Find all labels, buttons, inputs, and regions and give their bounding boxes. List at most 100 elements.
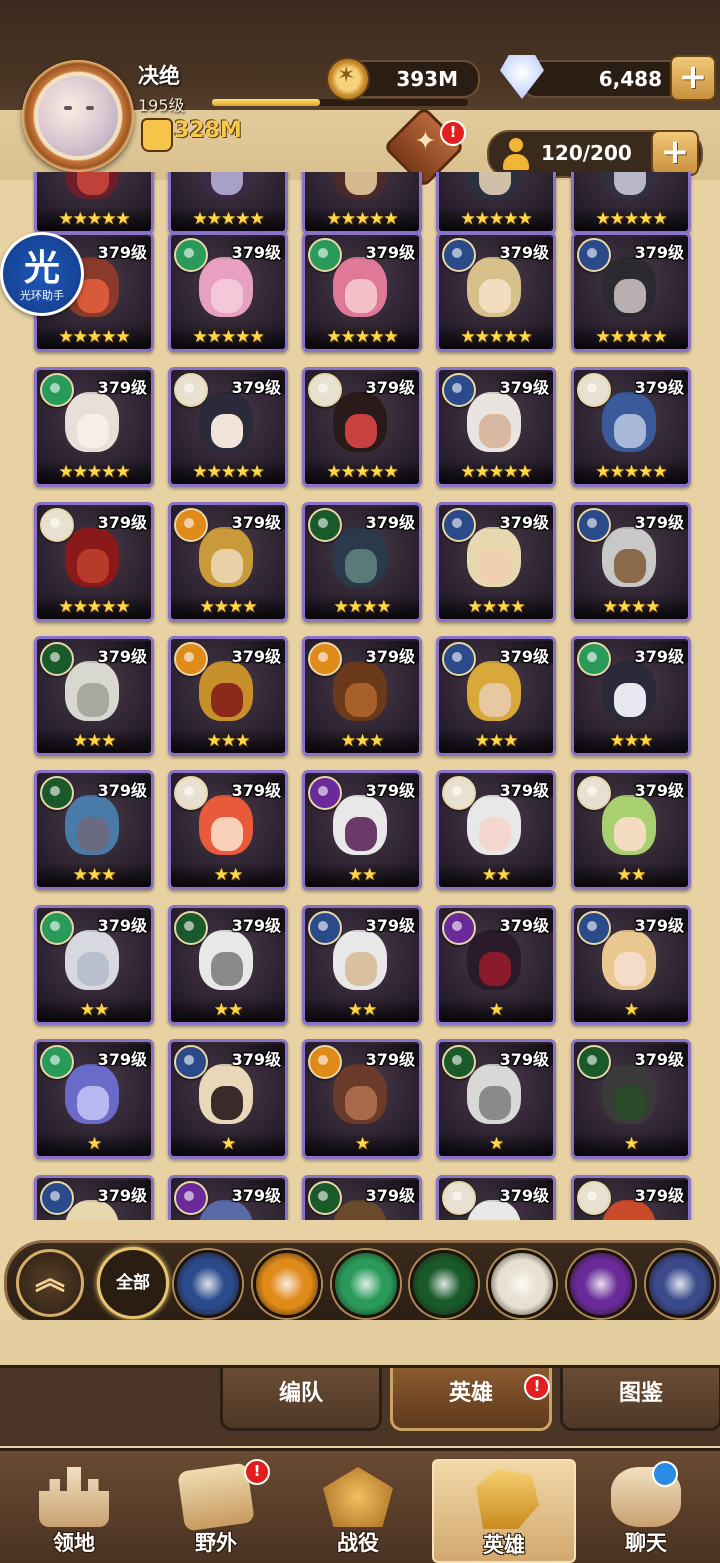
hero-card[interactable]: 379级 ★★★★★ [302, 367, 422, 487]
hero-card[interactable]: ★★★★★ [168, 172, 288, 234]
hero-stars: ★★★★★ [305, 207, 419, 231]
graveborn-faction-icon [40, 642, 74, 676]
hero-card[interactable]: 379级 ★★★★ [436, 502, 556, 622]
hero-card[interactable]: 379级 ★★ [302, 770, 422, 890]
hero-card[interactable]: ★★★★★ [436, 172, 556, 234]
celestial-faction-icon [577, 1181, 611, 1215]
hero-stars: ★★★★ [305, 595, 419, 619]
hero-level: 379级 [231, 513, 281, 532]
hero-card[interactable]: 379级 ★★★★★ [34, 502, 154, 622]
hero-card[interactable]: ★★★★★ [571, 172, 691, 234]
hero-level: 379级 [499, 378, 549, 397]
hero-card[interactable]: ★★★★★ [302, 172, 422, 234]
hero-card[interactable]: 379级 ★★★★ [168, 502, 288, 622]
hero-card[interactable]: 379级 ★★★★ [302, 502, 422, 622]
hero-card[interactable]: 379级 ★★★★★ [571, 232, 691, 352]
hero-card[interactable]: 379级 ★ [436, 905, 556, 1025]
hero-card[interactable]: 379级 ★★★ [168, 636, 288, 756]
filter-lightbearer-button[interactable] [174, 1250, 242, 1318]
nav-wild[interactable]: 野外 ! [146, 1459, 286, 1559]
hero-card[interactable]: 379级 [571, 1175, 691, 1220]
hero-card[interactable]: 379级 ★ [168, 1039, 288, 1159]
hero-card[interactable]: 379级 ★★★ [436, 636, 556, 756]
hero-stars: ★★★★★ [439, 207, 553, 231]
hero-level: 379级 [231, 243, 281, 262]
add-gems-button[interactable]: + [670, 55, 716, 101]
hero-card[interactable]: 379级 ★★ [302, 905, 422, 1025]
hero-level: 379级 [97, 513, 147, 532]
hero-card[interactable]: 379级 ★ [436, 1039, 556, 1159]
hero-stars: ★★★★★ [305, 325, 419, 349]
hero-face [345, 414, 377, 448]
filter-maulers-button[interactable] [253, 1250, 321, 1318]
hero-card[interactable]: 379级 ★★ [168, 770, 288, 890]
filter-wilder-button[interactable] [332, 1250, 400, 1318]
hero-stars: ★★★★★ [574, 207, 688, 231]
filter-all-button[interactable]: 全部 [97, 1247, 169, 1319]
hero-level: 379级 [365, 513, 415, 532]
helper-label: 光环助手 [20, 289, 64, 302]
hero-card[interactable]: 379级 [34, 1175, 154, 1220]
nav-campaign[interactable]: 战役 [288, 1459, 428, 1559]
hero-card[interactable]: 379级 ★★★★ [571, 502, 691, 622]
hypogean-faction-icon [442, 911, 476, 945]
nav-heroes[interactable]: 英雄 [432, 1459, 576, 1563]
hero-face [211, 817, 243, 851]
hero-card[interactable]: 379级 ★★★★★ [436, 367, 556, 487]
nav-wild-label: 野外 [195, 1531, 237, 1555]
hero-face [479, 279, 511, 313]
hero-card[interactable]: 379级 [302, 1175, 422, 1220]
helper-overlay-badge[interactable]: 光 光环助手 [0, 232, 84, 316]
hero-card[interactable]: 379级 ★★★★★ [436, 232, 556, 352]
fist-icon [141, 118, 173, 152]
hero-card[interactable]: 379级 ★★★★★ [571, 367, 691, 487]
hero-card[interactable]: 379级 ★★ [571, 770, 691, 890]
hero-face [479, 817, 511, 851]
hero-card[interactable]: 379级 ★★★★★ [34, 367, 154, 487]
celestial-faction-icon [308, 373, 342, 407]
sword-shield-icon [323, 1467, 393, 1527]
filter-hypogean-button[interactable] [567, 1250, 635, 1318]
hero-card[interactable]: 379级 ★★★ [34, 636, 154, 756]
hero-card[interactable]: 379级 ★★★ [34, 770, 154, 890]
hero-card[interactable]: 379级 [168, 1175, 288, 1220]
hero-card[interactable]: 379级 ★★ [168, 905, 288, 1025]
hero-card[interactable]: ★★★★★ [34, 172, 154, 234]
hero-card[interactable]: 379级 ★ [571, 1039, 691, 1159]
hypogean-icon [584, 1267, 618, 1301]
hero-level: 379级 [231, 781, 281, 800]
hero-stars: ★★★★★ [37, 325, 151, 349]
collapse-button[interactable]: ︽ [16, 1249, 84, 1317]
hero-card[interactable]: 379级 ★ [571, 905, 691, 1025]
tab-formation[interactable]: 编队 [220, 1368, 382, 1431]
tab-codex[interactable]: 图鉴 [560, 1368, 720, 1431]
nav-territory[interactable]: 领地 [4, 1459, 144, 1559]
hypogean-faction-icon [308, 776, 342, 810]
hero-card[interactable]: 379级 [436, 1175, 556, 1220]
hero-card[interactable]: 379级 ★ [302, 1039, 422, 1159]
maulers-faction-icon [308, 642, 342, 676]
nav-chat[interactable]: 聊天 [576, 1459, 716, 1559]
player-avatar[interactable] [22, 60, 134, 172]
hero-card[interactable]: 379级 ★★ [34, 905, 154, 1025]
hero-card[interactable]: 379级 ★★★★★ [302, 232, 422, 352]
wilder-faction-icon [40, 911, 74, 945]
hero-face [614, 279, 646, 313]
hero-level: 379级 [231, 378, 281, 397]
filter-dimensional-button[interactable] [646, 1250, 714, 1318]
lightbearer-faction-icon [40, 1181, 74, 1215]
hero-face [479, 952, 511, 986]
hero-level: 379级 [97, 1186, 147, 1205]
hero-card[interactable]: 379级 ★★★★★ [168, 367, 288, 487]
gold-coin-icon [326, 57, 370, 101]
hero-card[interactable]: 379级 ★ [34, 1039, 154, 1159]
hero-card[interactable]: 379级 ★★★ [302, 636, 422, 756]
hero-stars: ★★★★★ [439, 460, 553, 484]
emblem-alert-badge: ! [440, 120, 466, 146]
hero-card[interactable]: 379级 ★★★ [571, 636, 691, 756]
add-capacity-button[interactable]: + [651, 130, 699, 176]
filter-graveborn-button[interactable] [410, 1250, 478, 1318]
hero-card[interactable]: 379级 ★★★★★ [168, 232, 288, 352]
hero-card[interactable]: 379级 ★★ [436, 770, 556, 890]
filter-celestial-button[interactable] [488, 1250, 556, 1318]
